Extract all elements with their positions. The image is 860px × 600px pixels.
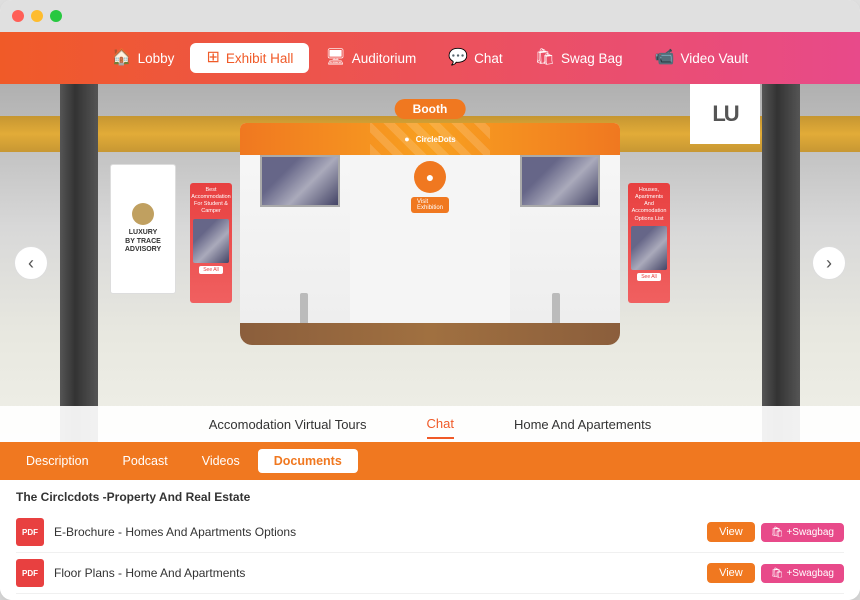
booth-banner-right-btn[interactable]: See All	[637, 273, 661, 281]
nav-item-auditorium[interactable]: 🖥 Auditorium	[309, 43, 432, 73]
tab-documents[interactable]: Documents	[258, 449, 358, 473]
booth-screen-image-left	[262, 157, 338, 205]
swag-icon-1: 🛍	[771, 527, 784, 538]
booth-logo-circle: ●	[414, 161, 446, 193]
close-dot[interactable]	[12, 10, 24, 22]
booth-top-strip: ● CircleDots	[240, 123, 620, 155]
swagbag-button-2[interactable]: 🛍 +Swagbag	[761, 564, 844, 583]
nav-label-auditorium: Auditorium	[352, 51, 417, 66]
booth-screen-right	[520, 155, 600, 207]
top-right-logo: LU	[690, 84, 760, 144]
luxury-logo	[132, 203, 154, 225]
nav-label-lobby: Lobby	[138, 51, 175, 66]
nav-item-swag-bag[interactable]: 🛍 Swag Bag	[519, 43, 639, 73]
booth-brand: CircleDots	[416, 135, 456, 144]
exhibit-icon: ⊞	[206, 50, 219, 66]
nav-label-chat: Chat	[474, 51, 503, 66]
hall-area: LUXURY BY TRACE ADVISORY LU Booth ● Circ…	[0, 84, 860, 442]
nav-label-exhibit-hall: Exhibit Hall	[226, 51, 294, 66]
nav-item-exhibit-hall[interactable]: ⊞ Exhibit Hall	[190, 43, 309, 73]
view-button-2[interactable]: View	[707, 563, 755, 583]
app-container: 🏠 Lobby ⊞ Exhibit Hall 🖥 Auditorium 💬 Ch…	[0, 32, 860, 600]
booth-banner-left-text: BestAccommodationFor Student &Camper	[191, 187, 230, 216]
booth-banner-right-text: Houses,Apartments AndAccomodationOptions…	[630, 187, 668, 223]
tab-videos[interactable]: Videos	[186, 449, 256, 473]
titlebar	[0, 0, 860, 32]
view-button-1[interactable]: View	[707, 522, 755, 542]
doc-actions-1: View 🛍 +Swagbag	[707, 522, 844, 542]
luxury-subtitle: BY TRACE ADVISORY	[115, 238, 171, 255]
home-icon: 🏠	[112, 50, 132, 66]
booth-banner-right: Houses,Apartments AndAccomodationOptions…	[628, 183, 670, 303]
content-tabs-bar: Description Podcast Videos Documents	[0, 442, 860, 480]
booth-banner-right-img	[631, 226, 667, 270]
booth-video-btn[interactable]: VisitExhibition	[411, 197, 449, 213]
swag-icon-2: 🛍	[771, 568, 784, 579]
tab-description[interactable]: Description	[10, 449, 105, 473]
maximize-dot[interactable]	[50, 10, 62, 22]
pdf-icon-1: PDF	[16, 518, 44, 546]
next-arrow-button[interactable]: ›	[812, 246, 846, 280]
booth-screen-left	[260, 155, 340, 207]
swagbag-button-1[interactable]: 🛍 +Swagbag	[761, 523, 844, 542]
nav-bar: 🏠 Lobby ⊞ Exhibit Hall 🖥 Auditorium 💬 Ch…	[0, 32, 860, 84]
hall-tab-home-apartments[interactable]: Home And Apartements	[514, 411, 651, 438]
booth-screen-image-right	[522, 157, 598, 205]
nav-item-video-vault[interactable]: 📹 Video Vault	[639, 43, 765, 73]
booth-center: ● VisitExhibition	[350, 155, 510, 323]
booth-banner-left-btn[interactable]: See All	[199, 266, 223, 274]
pillar-right	[762, 84, 800, 442]
swag-label-2: +Swagbag	[786, 568, 834, 579]
doc-actions-2: View 🛍 +Swagbag	[707, 563, 844, 583]
video-vault-icon: 📹	[655, 50, 675, 66]
hall-bottom-tabs: Accomodation Virtual Tours Chat Home And…	[0, 406, 860, 442]
side-banner-left: LUXURY BY TRACE ADVISORY	[110, 164, 176, 294]
tab-podcast[interactable]: Podcast	[107, 449, 184, 473]
swagbag-icon: 🛍	[535, 50, 555, 66]
pdf-icon-2: PDF	[16, 559, 44, 587]
hall-tab-accommodation[interactable]: Accomodation Virtual Tours	[209, 411, 367, 438]
booth-floor	[240, 323, 620, 345]
booth-banner-left: BestAccommodationFor Student &Camper See…	[190, 183, 232, 303]
nav-label-video-vault: Video Vault	[680, 51, 748, 66]
prev-arrow-button[interactable]: ‹	[14, 246, 48, 280]
doc-name-2: Floor Plans - Home And Apartments	[54, 566, 697, 580]
pillar-left	[60, 84, 98, 442]
booth-label[interactable]: Booth	[395, 99, 466, 119]
booth-container: Booth ● CircleDots	[240, 99, 620, 345]
chat-icon: 💬	[448, 50, 468, 66]
doc-row-1: PDF E-Brochure - Homes And Apartments Op…	[16, 512, 844, 553]
doc-row-2: PDF Floor Plans - Home And Apartments Vi…	[16, 553, 844, 594]
swag-label-1: +Swagbag	[786, 527, 834, 538]
docs-section-title: The Circlcdots -Property And Real Estate	[16, 490, 844, 504]
nav-item-chat[interactable]: 💬 Chat	[432, 43, 518, 73]
docs-area: The Circlcdots -Property And Real Estate…	[0, 480, 860, 600]
nav-label-swag-bag: Swag Bag	[561, 51, 623, 66]
doc-name-1: E-Brochure - Homes And Apartments Option…	[54, 525, 697, 539]
hall-tab-chat[interactable]: Chat	[427, 410, 454, 439]
nav-item-lobby[interactable]: 🏠 Lobby	[96, 43, 191, 73]
luxury-title: LUXURY	[129, 229, 158, 237]
booth-banner-left-img	[193, 219, 229, 263]
auditorium-icon: 🖥	[325, 50, 345, 66]
booth-main: ● CircleDots ● VisitExhibi	[240, 123, 620, 323]
browser-window: 🏠 Lobby ⊞ Exhibit Hall 🖥 Auditorium 💬 Ch…	[0, 0, 860, 600]
top-right-text: LU	[712, 101, 737, 127]
minimize-dot[interactable]	[31, 10, 43, 22]
